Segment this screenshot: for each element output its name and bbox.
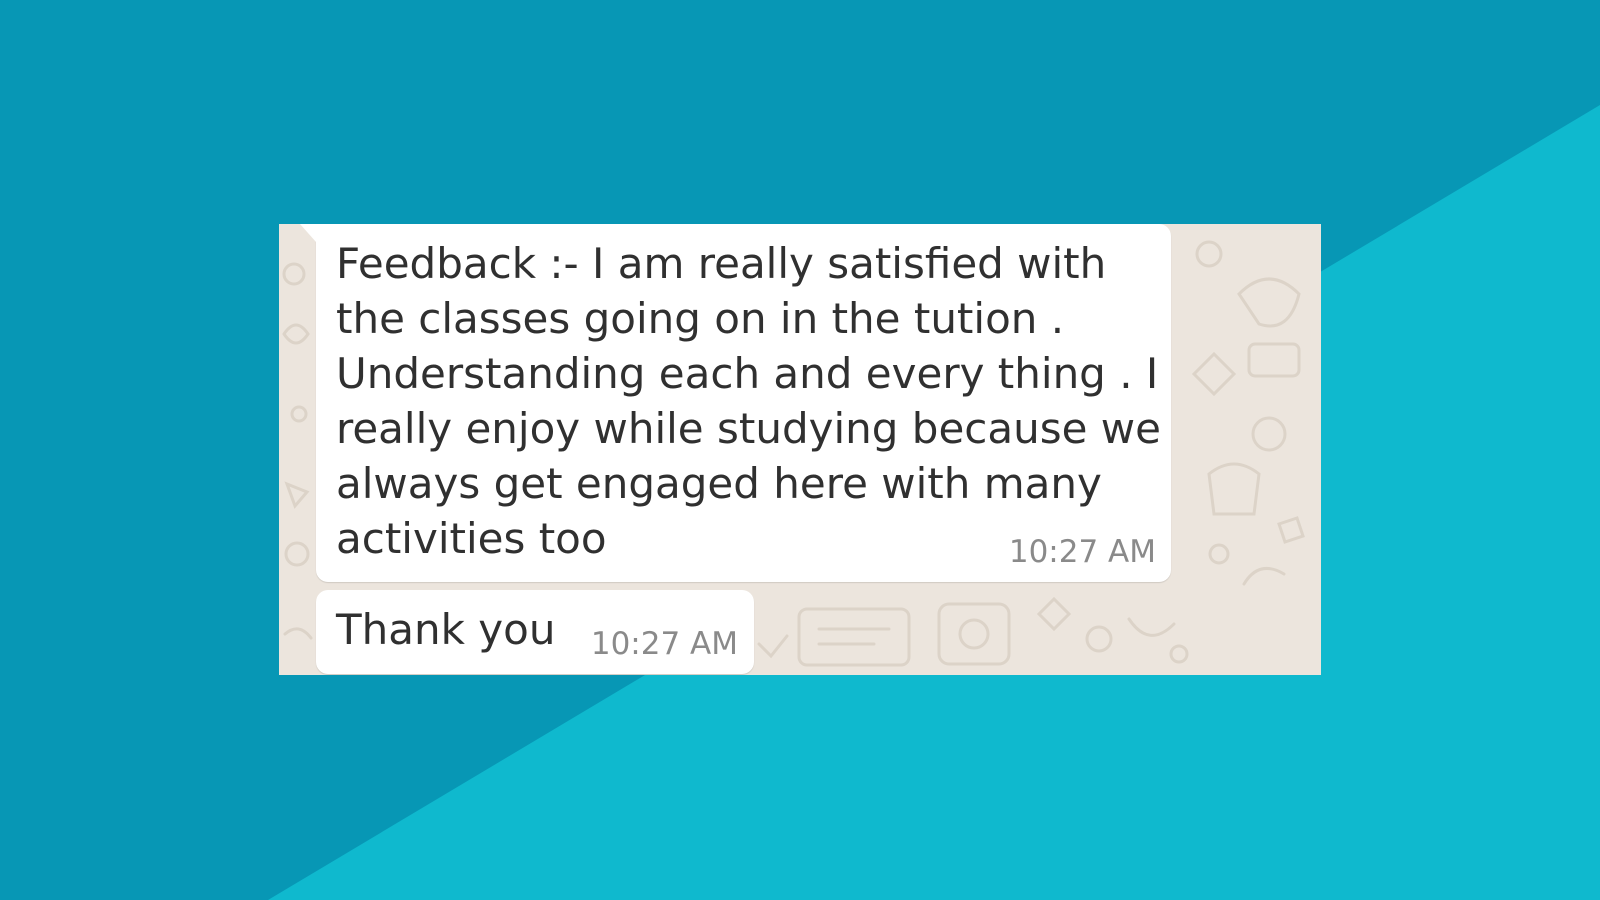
- message-line: Thank you: [336, 605, 556, 654]
- chat-screenshot: Feedback :- I am really satisfied with t…: [279, 224, 1321, 675]
- message-bubble-feedback[interactable]: Feedback :- I am really satisfied with t…: [300, 224, 1171, 582]
- message-line: really enjoy while studying because we: [336, 404, 1161, 453]
- message-text: Feedback :- I am really satisfied with t…: [336, 236, 1161, 566]
- page: { "colors": { "background_dark": "#0797b…: [0, 0, 1600, 900]
- message-timestamp: 10:27 AM: [590, 626, 738, 662]
- message-line: always get engaged here with many: [336, 459, 1102, 508]
- message-timestamp: 10:27 AM: [1008, 534, 1156, 570]
- message-line: Understanding each and every thing . I: [336, 349, 1159, 398]
- message-line: the classes going on in the tution .: [336, 294, 1065, 343]
- message-bubble-thank-you[interactable]: Thank you 10:27 AM: [316, 590, 754, 674]
- message-text: Thank you: [336, 602, 555, 657]
- bubble-tail: [300, 224, 316, 242]
- message-line: Feedback :- I am really satisfied with: [336, 239, 1107, 288]
